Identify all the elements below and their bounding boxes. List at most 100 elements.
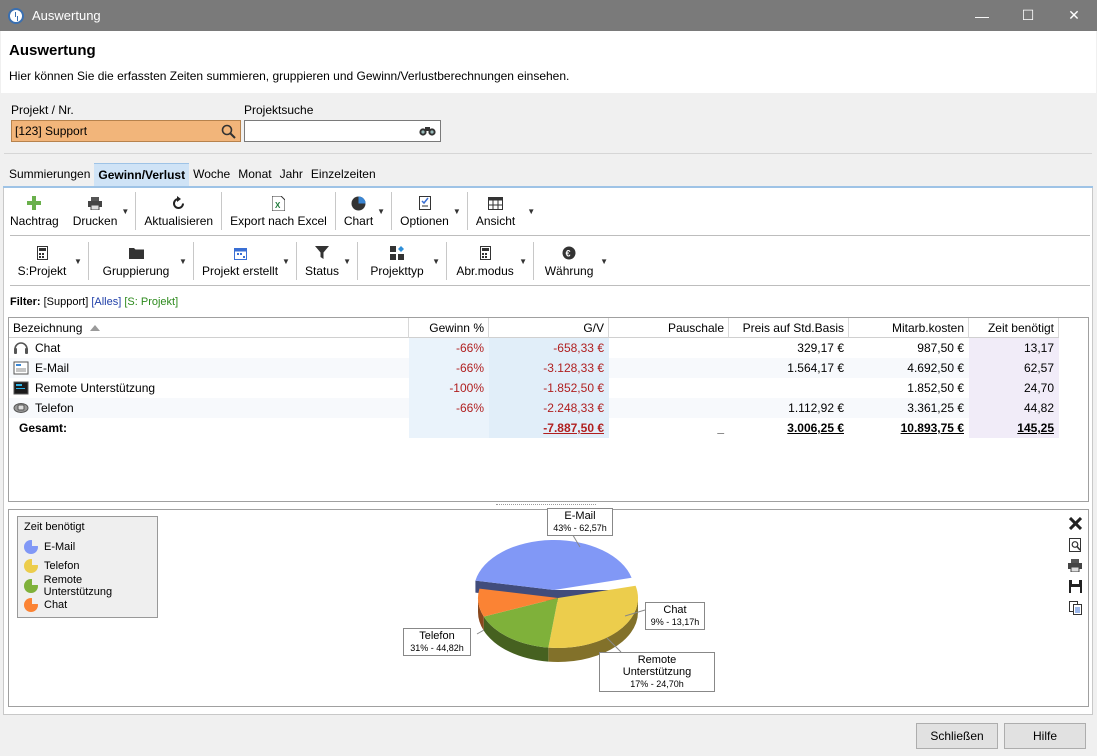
row-mitarb: 1.852,50 €	[907, 381, 964, 395]
excel-icon: X	[271, 194, 285, 212]
schliessen-button[interactable]: Schließen	[916, 723, 998, 749]
total-zeit: 145,25	[969, 418, 1059, 438]
copy-chart-icon[interactable]	[1068, 600, 1082, 615]
projekttyp-dropdown-icon[interactable]: ▼	[432, 238, 442, 284]
tab-jahr[interactable]: Jahr	[276, 163, 307, 187]
tab-einzelzeiten[interactable]: Einzelzeiten	[307, 163, 380, 187]
drucken-button[interactable]: Drucken	[69, 188, 122, 234]
callout-remote: Remote Unterstützung 17% - 24,70h	[599, 652, 715, 692]
total-gewinn	[409, 418, 489, 438]
table-row[interactable]: Chat -66% -658,33 € 329,17 € 987,50 € 13…	[9, 338, 1088, 358]
grid-view-icon	[488, 194, 504, 212]
total-mitarb: 10.893,75 €	[900, 421, 964, 435]
print-chart-icon[interactable]	[1068, 558, 1082, 573]
tab-summierungen[interactable]: Summierungen	[5, 163, 94, 187]
row-pauschale	[609, 378, 729, 398]
projekt-erstellt-label: Projekt erstellt	[202, 264, 279, 278]
col-zeit[interactable]: Zeit benötigt	[969, 318, 1059, 338]
tab-monat[interactable]: Monat	[234, 163, 275, 187]
telephone-icon	[13, 401, 29, 415]
table-row[interactable]: E-Mail -66% -3.128,33 € 1.564,17 € 4.692…	[9, 358, 1088, 378]
projekttyp-label: Projekttyp	[370, 264, 424, 278]
email-icon	[13, 361, 29, 375]
chart-panel: Zeit benötigt E-Mail Telefon Remote Unte…	[8, 508, 1089, 707]
ansicht-dropdown-icon[interactable]: ▼	[527, 188, 537, 234]
gruppierung-dropdown-icon[interactable]: ▼	[179, 238, 189, 284]
callout-email: E-Mail 43% - 62,57h	[547, 508, 613, 536]
col-gewinn[interactable]: Gewinn %	[409, 318, 489, 338]
maximize-button[interactable]: ☐	[1005, 0, 1051, 31]
waehrung-dropdown-icon[interactable]: ▼	[600, 238, 610, 284]
ansicht-button[interactable]: Ansicht	[472, 188, 519, 234]
row-gv: -3.128,33 €	[489, 358, 609, 378]
row-name: Remote Unterstützung	[35, 381, 156, 395]
splitter-handle[interactable]	[496, 504, 596, 507]
project-input[interactable]: [123] Support	[11, 120, 241, 142]
sprojekt-button[interactable]: S:Projekt	[4, 238, 74, 284]
abrmodus-button[interactable]: Abr.modus	[451, 238, 519, 284]
leader-line	[476, 629, 485, 635]
close-window-button[interactable]: ✕	[1051, 0, 1097, 31]
row-pauschale	[609, 398, 729, 418]
project-search-input[interactable]	[244, 120, 441, 142]
gruppierung-button[interactable]: Gruppierung	[93, 238, 179, 284]
col-preis[interactable]: Preis auf Std.Basis	[729, 318, 849, 338]
zoom-preview-icon[interactable]	[1068, 537, 1082, 552]
search-label: Projektsuche	[244, 103, 314, 117]
remote-desktop-icon	[13, 381, 29, 395]
filter-support[interactable]: [Support]	[44, 296, 89, 308]
table-header: Bezeichnung Gewinn % G/V Pauschale Preis…	[9, 318, 1088, 338]
aktualisieren-button[interactable]: Aktualisieren	[140, 188, 217, 234]
row-gewinn: -66%	[409, 338, 489, 358]
save-chart-icon[interactable]	[1068, 579, 1082, 594]
export-excel-button[interactable]: X Export nach Excel	[226, 188, 331, 234]
calculator-icon	[479, 244, 491, 262]
search-icon[interactable]	[221, 124, 236, 142]
tab-gewinn-verlust[interactable]: Gewinn/Verlust	[94, 163, 190, 187]
row-preis: 1.112,92 €	[729, 398, 849, 418]
chart-dropdown-icon[interactable]: ▼	[377, 188, 387, 234]
filter-sprojekt-link[interactable]: [S: Projekt]	[124, 296, 178, 308]
calculator-icon	[36, 244, 48, 262]
funnel-icon	[315, 244, 330, 262]
window-title: Auswertung	[32, 8, 101, 23]
nachtrag-button[interactable]: Nachtrag	[4, 188, 63, 234]
col-bezeichnung[interactable]: Bezeichnung	[9, 318, 409, 338]
filter-alles-link[interactable]: [Alles]	[91, 296, 121, 308]
row-zeit: 13,17	[969, 338, 1059, 358]
table-total-row: Gesamt: -7.887,50 € _ 3.006,25 € 10.893,…	[9, 418, 1088, 438]
close-chart-icon[interactable]	[1068, 516, 1082, 531]
status-dropdown-icon[interactable]: ▼	[343, 238, 353, 284]
minimize-button[interactable]: —	[959, 0, 1005, 31]
tab-bar: Summierungen Gewinn/Verlust Woche Monat …	[5, 163, 380, 187]
row-preis	[729, 378, 849, 398]
abrmodus-dropdown-icon[interactable]: ▼	[519, 238, 529, 284]
waehrung-button[interactable]: € Währung	[538, 238, 600, 284]
drucken-dropdown-icon[interactable]: ▼	[121, 188, 131, 234]
col-gv[interactable]: G/V	[489, 318, 609, 338]
chart-button[interactable]: Chart	[340, 188, 377, 234]
table-row[interactable]: Remote Unterstützung -100% -1.852,50 € 1…	[9, 378, 1088, 398]
gruppierung-label: Gruppierung	[102, 264, 170, 278]
row-zeit: 24,70	[969, 378, 1059, 398]
status-button[interactable]: Status	[301, 238, 343, 284]
sprojekt-dropdown-icon[interactable]: ▼	[74, 238, 84, 284]
binoculars-icon[interactable]	[419, 124, 436, 140]
project-label: Projekt / Nr.	[11, 103, 74, 117]
col-mitarb[interactable]: Mitarb.kosten	[849, 318, 969, 338]
projekt-erstellt-button[interactable]: Projekt erstellt	[198, 238, 282, 284]
projekttyp-button[interactable]: Projekttyp	[362, 238, 432, 284]
projekt-erstellt-dropdown-icon[interactable]: ▼	[282, 238, 292, 284]
col-pauschale[interactable]: Pauschale	[609, 318, 729, 338]
hilfe-button[interactable]: Hilfe	[1004, 723, 1086, 749]
callout-email-value: 43% - 62,57h	[553, 523, 607, 533]
optionen-button[interactable]: Optionen	[396, 188, 453, 234]
tab-woche[interactable]: Woche	[189, 163, 234, 187]
optionen-dropdown-icon[interactable]: ▼	[453, 188, 463, 234]
total-label: Gesamt:	[19, 421, 68, 435]
table-row[interactable]: Telefon -66% -2.248,33 € 1.112,92 € 3.36…	[9, 398, 1088, 418]
row-mitarb: 4.692,50 €	[849, 358, 969, 378]
row-name: Telefon	[35, 401, 74, 415]
callout-chat-name: Chat	[663, 604, 687, 616]
row-gv: -1.852,50 €	[489, 378, 609, 398]
